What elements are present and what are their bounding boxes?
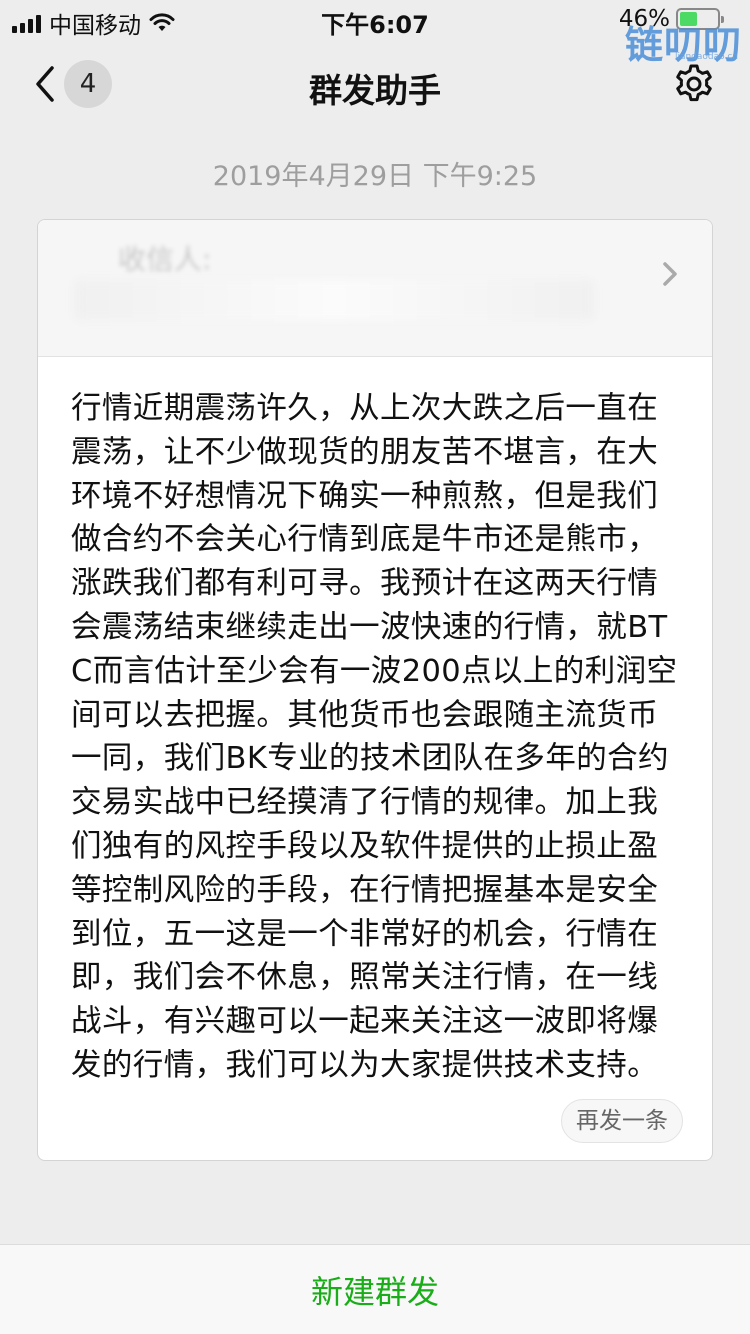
recipients-label: 收信人: (118, 243, 212, 276)
recipients-names-blurred (74, 280, 594, 320)
chevron-right-icon (663, 262, 677, 286)
nav-bar: 4 群发助手 (0, 40, 750, 132)
new-broadcast-button[interactable]: 新建群发 (0, 1267, 750, 1313)
resend-button[interactable]: 再发一条 (561, 1099, 683, 1143)
recipients-row[interactable]: 收信人: (38, 220, 712, 357)
message-text: 行情近期震荡许久，从上次大跌之后一直在震荡，让不少做现货的朋友苦不堪言，在大环境… (71, 391, 678, 1083)
page-title: 群发助手 (309, 71, 441, 110)
status-bar: 中国移动 下午6:07 46% 链叨叨 liandaodao.cn (0, 0, 750, 67)
gear-icon (676, 64, 712, 102)
settings-button[interactable] (672, 62, 716, 106)
bottom-bar: 新建群发 (0, 1244, 750, 1334)
broadcast-message-card: 收信人: 行情近期震荡许久，从上次大跌之后一直在震荡，让不少做现货的朋友苦不堪言… (37, 219, 713, 1161)
message-timestamp: 2019年4月29日 下午9:25 (212, 161, 538, 192)
